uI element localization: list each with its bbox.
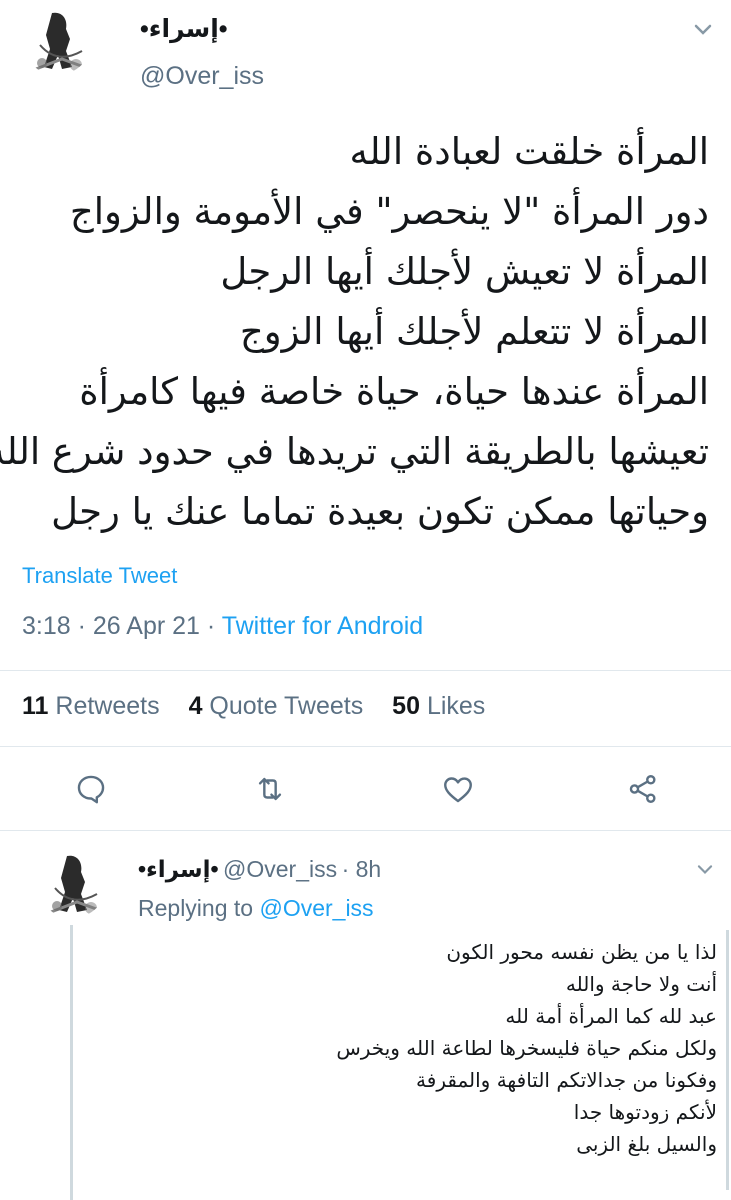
tweet-client-link[interactable]: Twitter for Android [222, 612, 423, 640]
reply-icon[interactable] [74, 772, 108, 806]
reply-line: لأنكم زودتوها جدا [573, 1100, 717, 1124]
likes-count: 50 [392, 692, 420, 720]
retweets-count: 11 [22, 692, 49, 720]
reply-line: لذا يا من يظن نفسه محور الكون [446, 940, 717, 964]
replying-prefix: Replying to [138, 895, 254, 921]
tweet-date: 26 Apr 21 [92, 612, 200, 640]
reply-line: ولكل منكم حياة فليسخرها لطاعة الله ويخرس [336, 1036, 717, 1060]
tweet-line: وحياتها ممكن تكون بعيدة تماما عنك يا رجل [51, 490, 709, 533]
reply-quote-bar [726, 930, 729, 1190]
reply-text: لذا يا من يظن نفسه محور الكون أنت ولا حا… [157, 936, 717, 1160]
reply-more-options-icon[interactable] [692, 856, 718, 887]
reply-author-name[interactable]: •إسراء• [138, 856, 219, 882]
meta-separator: · [206, 612, 216, 640]
quotes-label: Quote Tweets [209, 692, 364, 720]
tweet-line: المرأة لا تعيش لأجلك أيها الرجل [220, 250, 709, 293]
reply-author-handle[interactable]: @Over_iss [223, 856, 337, 882]
tweet-line: دور المرأة "لا ينحصر" في الأمومة والزواج [69, 190, 709, 233]
reply-header: •إسراء• @Over_iss · 8h [138, 856, 381, 883]
reply-line: أنت ولا حاجة والله [565, 972, 717, 996]
likes-stat[interactable]: 50 Likes [392, 692, 485, 720]
divider [0, 746, 731, 747]
quote-tweets-stat[interactable]: 4 Quote Tweets [189, 692, 364, 720]
meta-separator: · [77, 612, 86, 640]
tweet-line: المرأة خلقت لعبادة الله [349, 130, 709, 173]
more-options-icon[interactable] [688, 14, 718, 49]
retweet-icon[interactable] [253, 772, 287, 806]
tweet-line: المرأة عندها حياة، حياة خاصة فيها كامرأة [79, 370, 709, 413]
retweets-stat[interactable]: 11 Retweets [22, 692, 160, 720]
reply-age: · 8h [341, 856, 382, 882]
tweet-time: 3:18 [22, 612, 71, 640]
tweet-text: المرأة خلقت لعبادة الله دور المرأة "لا ي… [0, 122, 709, 542]
reply-line: وفكونا من جدالاتكم التافهة والمقرفة [416, 1068, 717, 1092]
quotes-count: 4 [188, 692, 203, 720]
author-name[interactable]: •إسراء• [140, 14, 228, 44]
share-icon[interactable] [626, 772, 660, 806]
thread-line [70, 925, 73, 1200]
reply-author-avatar[interactable] [37, 848, 107, 918]
like-icon[interactable] [441, 772, 475, 806]
likes-label: Likes [426, 692, 486, 720]
translate-tweet-link[interactable]: Translate Tweet [22, 563, 177, 589]
reply-line: عبد لله كما المرأة أمة لله [505, 1004, 717, 1028]
tweet-meta: 3:18 · 26 Apr 21 · Twitter for Android [22, 612, 423, 641]
author-handle[interactable]: @Over_iss [140, 62, 264, 91]
replying-to: Replying to @Over_iss [138, 895, 374, 922]
replying-to-link[interactable]: @Over_iss [259, 895, 373, 921]
retweets-label: Retweets [55, 692, 160, 720]
tweet-line: المرأة لا تتعلم لأجلك أيها الزوج [239, 310, 709, 353]
tweet-stats: 11 Retweets 4 Quote Tweets 50 Likes [22, 692, 507, 721]
divider [0, 670, 731, 671]
divider [0, 830, 731, 831]
reply-line: والسيل بلغ الزبى [576, 1132, 717, 1156]
tweet-line: تعيشها بالطريقة التي تريدها في حدود شرع … [0, 430, 709, 473]
author-avatar[interactable] [22, 5, 92, 75]
